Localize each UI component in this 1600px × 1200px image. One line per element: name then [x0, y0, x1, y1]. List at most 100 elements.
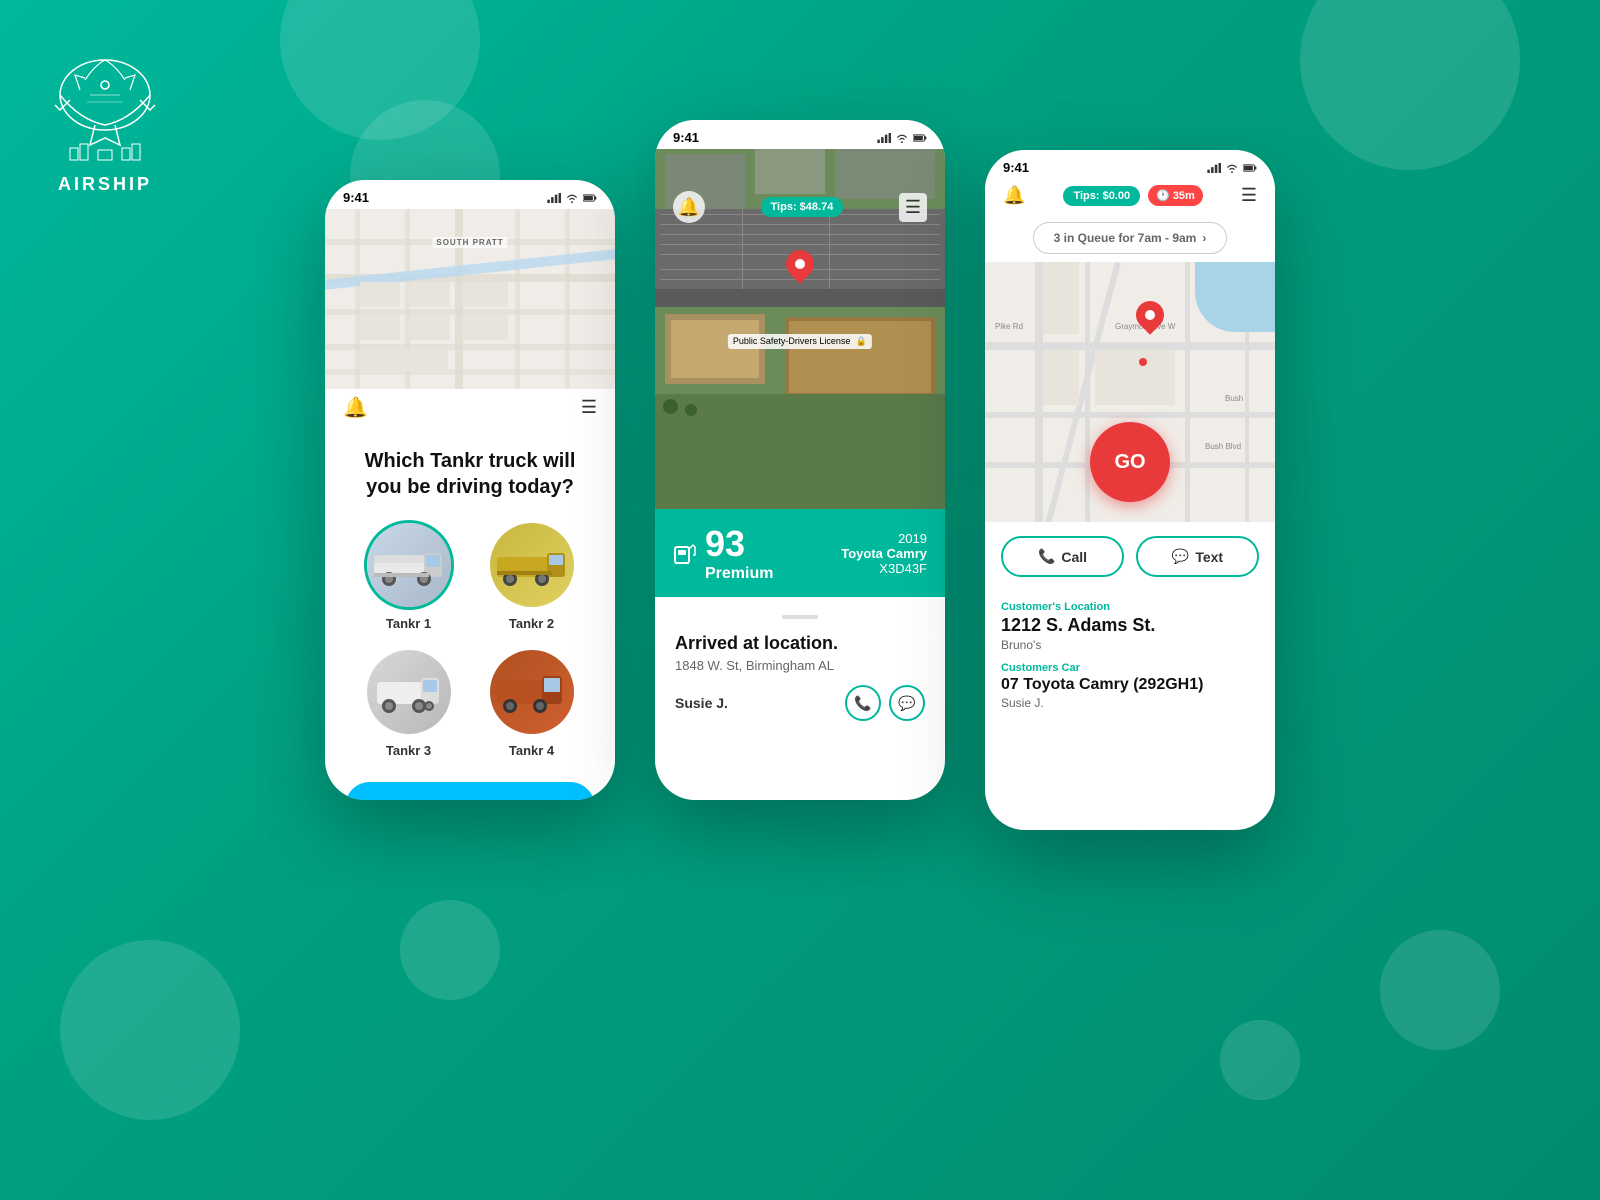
phone1-menu-icon[interactable]: ☰ [581, 397, 597, 418]
phone3-nav-center: Tips: $0.00 🕐 35m [1063, 185, 1202, 206]
phone1-time: 9:41 [343, 190, 369, 205]
phone2-fuel-number: 93 [705, 523, 773, 565]
phone2-call-btn[interactable]: 📞 [845, 685, 881, 721]
battery-icon [583, 193, 597, 203]
truck-circle-1[interactable] [364, 520, 454, 610]
truck-item-2[interactable]: Tankr 2 [478, 520, 585, 631]
phone3-battery-icon [1243, 163, 1257, 173]
clock-icon: 🕐 [1156, 189, 1170, 202]
phone2-wifi-icon [895, 133, 909, 143]
phone2-fuel-left: 93 Premium [673, 523, 773, 583]
phone2-map-location-label: Public Safety-Drivers License 🔒 [728, 334, 872, 349]
phone3-text-button[interactable]: 💬 Text [1136, 536, 1259, 577]
phone3-queue-btn[interactable]: 3 in Queue for 7am - 9am › [1033, 222, 1228, 254]
phone3-queue-bar: 3 in Queue for 7am - 9am › [985, 214, 1275, 262]
sat-building-bottom-right [785, 317, 935, 397]
decorative-blob-4 [400, 900, 500, 1000]
phone2-battery-icon [913, 133, 927, 143]
phone-2: 9:41 [655, 120, 945, 800]
phone3-status-icons [1207, 163, 1257, 173]
phone2-arrived-actions: 📞 💬 [845, 685, 925, 721]
sat-tree-1 [663, 399, 678, 414]
truck-svg-3 [369, 662, 449, 722]
truck-label-3: Tankr 3 [386, 743, 431, 758]
map3-water [1195, 262, 1275, 332]
phone2-car-plate: X3D43F [841, 561, 927, 576]
truck-label-2: Tankr 2 [509, 616, 554, 631]
map3-block-3 [1095, 350, 1175, 405]
truck-label-1: Tankr 1 [386, 616, 431, 631]
truck-label-4: Tankr 4 [509, 743, 554, 758]
decorative-blob-5 [1220, 1020, 1300, 1100]
wifi-icon [565, 193, 579, 203]
phone3-bell-icon[interactable]: 🔔 [1003, 185, 1025, 206]
truck-item-1[interactable]: Tankr 1 [355, 520, 462, 631]
map-label-icon: 🔒 [856, 336, 867, 346]
phone3-queue-label: 3 in Queue for 7am - 9am [1054, 231, 1197, 245]
phone3-time: 9:41 [1003, 160, 1029, 175]
truck-circle-4[interactable] [487, 647, 577, 737]
phones-container: 9:41 [0, 120, 1600, 830]
phone2-drag-handle [782, 615, 818, 619]
map3-label-bush-blvd: Bush Blvd [1205, 442, 1241, 451]
truck-circle-3[interactable] [364, 647, 454, 737]
map3-label-bush: Bush [1225, 394, 1243, 403]
phone1-bell-icon[interactable]: 🔔 [343, 395, 368, 420]
phone3-customer-info: Customer's Location 1212 S. Adams St. Br… [985, 601, 1275, 726]
phone2-car-model: Toyota Camry [841, 546, 927, 561]
phone2-map-area: 🔔 Tips: $48.74 ☰ Public Safety-Drivers L… [655, 149, 945, 509]
phone2-bell-icon[interactable]: 🔔 [673, 191, 705, 223]
phone2-nav: 🔔 Tips: $48.74 ☰ [655, 187, 945, 227]
phone2-car-year: 2019 [841, 531, 927, 546]
phone3-customer-address: 1212 S. Adams St. [1001, 615, 1259, 636]
map3-road-v1 [1035, 262, 1043, 522]
phone3-tips-badge[interactable]: Tips: $0.00 [1063, 186, 1140, 206]
phone2-arrived-footer: Susie J. 📞 💬 [675, 685, 925, 721]
sat-building-bottom-left [665, 314, 765, 384]
phone3-map-dot [1139, 358, 1147, 366]
map3-block-2 [1043, 350, 1079, 405]
map3-label-pike: Pike Rd [995, 322, 1023, 331]
phone3-menu-icon[interactable]: ☰ [1241, 185, 1257, 206]
phone2-customer-name: Susie J. [675, 695, 728, 711]
truck-item-4[interactable]: Tankr 4 [478, 647, 585, 758]
phone2-fuel-right: 2019 Toyota Camry X3D43F [841, 531, 927, 576]
sat-grass-bottom [655, 394, 945, 509]
phone3-action-buttons: 📞 Call 💬 Text [985, 522, 1275, 591]
signal-icon [547, 193, 561, 203]
map3-block-1 [1043, 262, 1079, 334]
phone1-nav: 🔔 ☰ [325, 389, 615, 428]
truck-svg-4 [492, 662, 572, 722]
phone1-map: SOUTH PRATT [325, 209, 615, 389]
map-pin-shape [780, 244, 820, 284]
map-pin-inner [795, 259, 805, 269]
truck-image-4 [490, 650, 574, 734]
truck-image-3 [367, 650, 451, 734]
phone2-menu-icon[interactable]: ☰ [899, 193, 927, 222]
phone3-call-button[interactable]: 📞 Call [1001, 536, 1124, 577]
phone2-text-btn[interactable]: 💬 [889, 685, 925, 721]
phone2-status-icons [877, 133, 927, 143]
phone3-timer-badge: 🕐 35m [1148, 185, 1203, 206]
phone2-signal-icon [877, 133, 891, 143]
phone3-customers-car-owner: Susie J. [1001, 696, 1259, 710]
truck-item-3[interactable]: Tankr 3 [355, 647, 462, 758]
phone1-trucks-grid: Tankr 1 [325, 512, 615, 774]
decorative-blob-7 [1380, 930, 1500, 1050]
phone1-status-icons [547, 193, 597, 203]
phone2-arrived-card: Arrived at location. 1848 W. St, Birming… [655, 597, 945, 737]
map3-road-h2 [985, 412, 1275, 418]
phone3-customers-car-label: Customers Car [1001, 662, 1259, 674]
phone3-map: Pike Rd Graymont Ave W Bush Blvd Bush GO [985, 262, 1275, 522]
phone2-tips-badge[interactable]: Tips: $48.74 [761, 197, 844, 217]
map3-road-h1 [985, 342, 1275, 350]
phone3-go-button[interactable]: GO [1090, 422, 1170, 502]
phone3-map-pin-shape [1130, 295, 1170, 335]
next-button[interactable]: Next [345, 782, 595, 800]
phone2-arrived-address: 1848 W. St, Birmingham AL [675, 658, 925, 673]
truck-circle-2[interactable] [487, 520, 577, 610]
sat-tree-2 [685, 404, 697, 416]
phone2-time: 9:41 [673, 130, 699, 145]
truck-svg-2 [492, 535, 572, 595]
phone2-fuel-bar: 93 Premium 2019 Toyota Camry X3D43F [655, 509, 945, 597]
